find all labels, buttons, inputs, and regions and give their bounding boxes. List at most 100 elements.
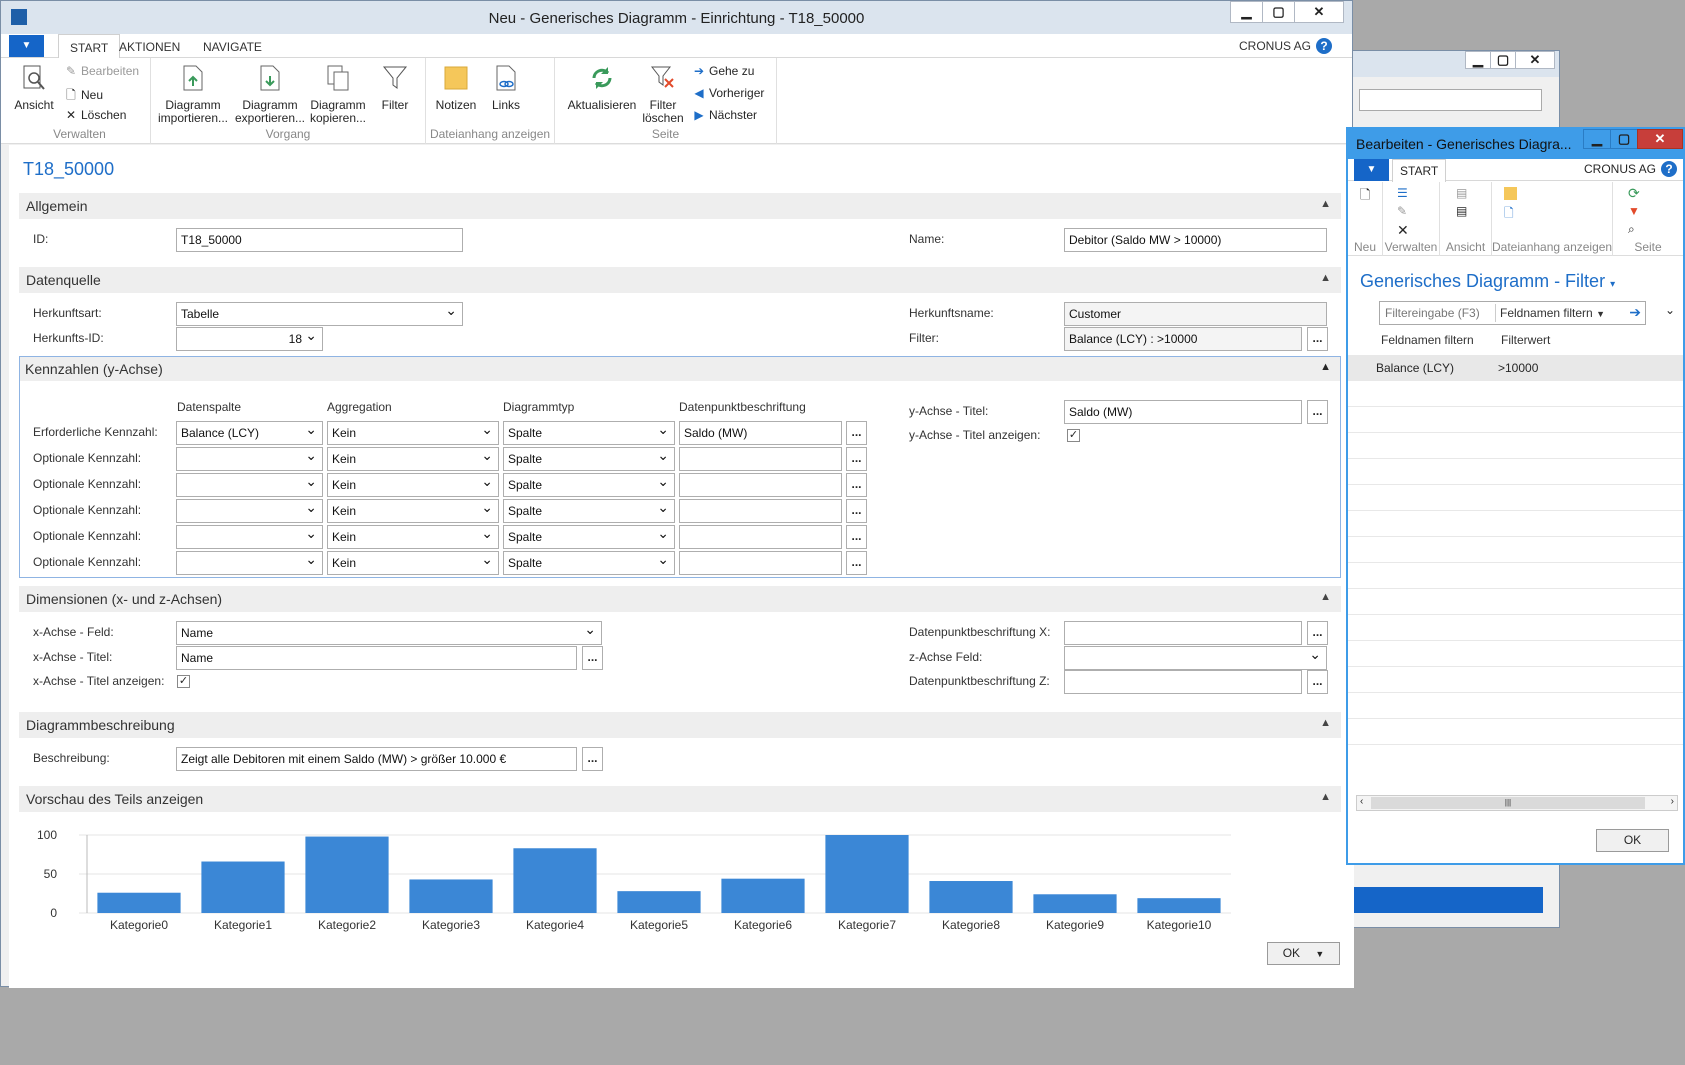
aggregation-select[interactable]: Kein [327,473,499,497]
notizen-button[interactable]: Notizen [431,64,481,112]
datenpunktbeschriftung-assist-button[interactable]: ... [846,473,867,497]
x-titel-assist-button[interactable]: ... [582,646,603,670]
maximize-button[interactable]: ▢ [1262,1,1295,23]
datenpunktbeschriftung-field[interactable]: Saldo (MW) [679,421,842,445]
view-list-icon[interactable]: ▤ [1456,204,1467,218]
datenpunktbeschriftung-assist-button[interactable]: ... [846,447,867,471]
tab-start[interactable]: START [1392,159,1447,182]
section-diagrammbeschreibung[interactable]: Diagrammbeschreibung ▲ [19,712,1341,738]
minimize-button[interactable]: ▁ [1230,1,1263,23]
section-datenquelle[interactable]: Datenquelle ▲ [19,267,1341,293]
datenpunktbeschriftung-field[interactable] [679,473,842,497]
collapse-icon[interactable]: ▲ [1320,198,1331,210]
aggregation-select[interactable]: Kein [327,525,499,549]
gehe-zu-button[interactable]: ➔ Gehe zu [693,64,754,78]
loeschen-button[interactable]: ✕ Löschen [65,108,126,122]
filter-ok-button[interactable]: OK [1596,829,1669,852]
collapse-icon[interactable]: ▲ [1320,272,1331,284]
minimize-button[interactable]: ▁ [1465,51,1491,69]
aggregation-select[interactable]: Kein [327,447,499,471]
filter-row[interactable] [1348,719,1683,745]
close-button[interactable]: ✕ [1637,129,1683,149]
scroll-left-icon[interactable]: ‹ [1360,796,1363,807]
neu-button[interactable]: 🗋 Neu [65,86,103,107]
naechster-button[interactable]: ▶ Nächster [693,108,757,122]
datenpunktbeschriftung-assist-button[interactable]: ... [846,525,867,549]
datenpunktbeschriftung-field[interactable] [679,499,842,523]
minimize-button[interactable]: ▁ [1583,129,1611,149]
horizontal-scrollbar[interactable]: ‹ ||| › [1356,795,1678,811]
close-button[interactable]: ✕ [1294,1,1344,23]
filter-button[interactable]: Filter [373,64,417,112]
filter-loeschen-button[interactable]: Filter löschen [641,64,685,125]
filter-row[interactable] [1348,589,1683,615]
tab-aktionen[interactable]: AKTIONEN [119,40,180,54]
datenpunktbeschriftung-field[interactable] [679,551,842,575]
aggregation-select[interactable]: Kein [327,551,499,575]
filter-row[interactable] [1348,693,1683,719]
aggregation-select[interactable]: Kein [327,421,499,445]
z-feld-select[interactable] [1064,646,1327,670]
filter-field-select[interactable]: Feldnamen filtern ▼ [1500,306,1605,320]
edit-icon[interactable]: ✎ [1397,204,1407,218]
help-icon[interactable]: ? [1316,38,1332,54]
ok-button[interactable]: OK ▼ [1267,942,1340,965]
dp-x-field[interactable] [1064,621,1302,645]
diagrammtyp-select[interactable]: Spalte [503,499,675,523]
section-dimensionen[interactable]: Dimensionen (x- und z-Achsen) ▲ [19,586,1341,612]
maximize-button[interactable]: ▢ [1490,51,1516,69]
diagrammtyp-select[interactable]: Spalte [503,525,675,549]
datenpunktbeschriftung-assist-button[interactable]: ... [846,499,867,523]
import-button[interactable]: Diagramm importieren... [156,64,230,125]
beschreibung-assist-button[interactable]: ... [582,747,603,771]
filter-field[interactable]: Balance (LCY) : >10000 [1064,327,1302,351]
filter-row[interactable] [1348,667,1683,693]
section-kennzahlen-header[interactable]: Kennzahlen (y-Achse) ▲ [20,357,1340,381]
section-vorschau[interactable]: Vorschau des Teils anzeigen ▲ [19,786,1341,812]
x-titel-field[interactable]: Name [176,646,577,670]
dp-z-assist-button[interactable]: ... [1307,670,1328,694]
collapse-icon[interactable]: ▲ [1320,361,1331,373]
links-button[interactable]: Links [486,64,526,112]
ansicht-button[interactable]: Ansicht [12,64,56,112]
x-feld-select[interactable]: Name [176,621,602,645]
clear-filter-icon[interactable]: ▼ [1628,204,1640,218]
link-icon[interactable]: 🗋 [1504,204,1514,225]
background-input[interactable] [1359,89,1542,111]
list-icon[interactable]: ☰ [1397,186,1408,200]
diagrammtyp-select[interactable]: Spalte [503,551,675,575]
view-icon[interactable]: ▤ [1456,186,1467,200]
datenspalte-select[interactable] [176,473,323,497]
filter-row[interactable] [1348,615,1683,641]
tab-navigate[interactable]: NAVIGATE [203,40,262,54]
filter-input[interactable]: Filtereingabe (F3) [1385,306,1480,320]
diagrammtyp-select[interactable]: Spalte [503,473,675,497]
collapse-icon[interactable]: ▲ [1320,591,1331,603]
tab-start[interactable]: START [58,34,121,59]
datenspalte-select[interactable]: Balance (LCY) [176,421,323,445]
datenpunktbeschriftung-assist-button[interactable]: ... [846,421,867,445]
export-button[interactable]: Diagramm exportieren... [233,64,307,125]
section-allgemein[interactable]: Allgemein ▲ [19,193,1341,219]
note-icon[interactable] [1504,187,1517,200]
herkunftsart-select[interactable]: Tabelle [176,302,463,326]
filter-row[interactable] [1348,433,1683,459]
filter-row[interactable] [1348,459,1683,485]
vorheriger-button[interactable]: ◀ Vorheriger [693,86,764,100]
y-titel-assist-button[interactable]: ... [1307,400,1328,424]
datenspalte-select[interactable] [176,499,323,523]
datenpunktbeschriftung-field[interactable] [679,525,842,549]
copy-button[interactable]: Diagramm kopieren... [309,64,367,125]
beschreibung-field[interactable]: Zeigt alle Debitoren mit einem Saldo (MW… [176,747,577,771]
aggregation-select[interactable]: Kein [327,499,499,523]
herkunfts-id-select[interactable]: 18 [176,327,323,351]
scroll-right-icon[interactable]: › [1671,796,1674,807]
datenspalte-select[interactable] [176,447,323,471]
datenspalte-select[interactable] [176,551,323,575]
datenspalte-select[interactable] [176,525,323,549]
diagrammtyp-select[interactable]: Spalte [503,421,675,445]
filter-row[interactable] [1348,511,1683,537]
x-titel-anzeigen-checkbox[interactable]: ✓ [177,675,190,688]
collapse-icon[interactable]: ▲ [1320,717,1331,729]
datenpunktbeschriftung-assist-button[interactable]: ... [846,551,867,575]
